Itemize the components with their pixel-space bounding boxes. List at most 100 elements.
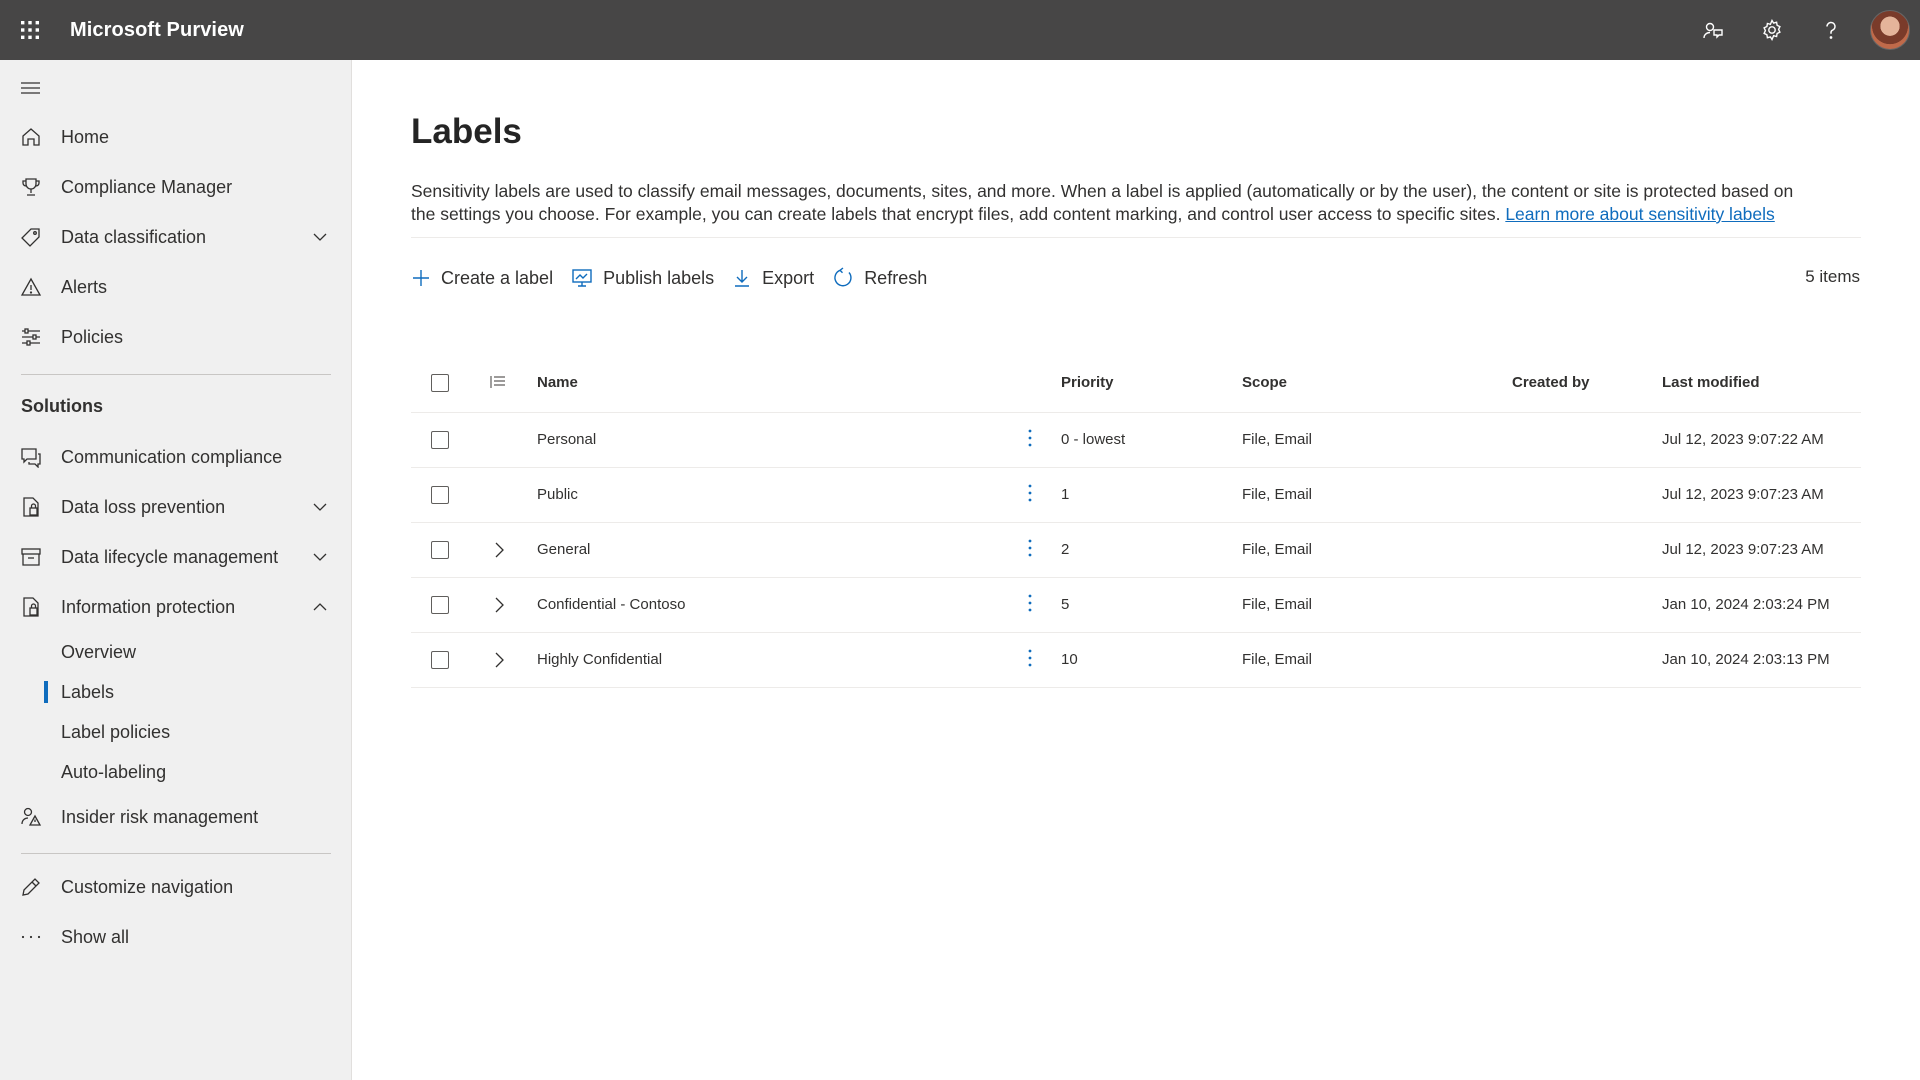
sidebar-item-data-loss-prevention[interactable]: Data loss prevention	[0, 485, 351, 529]
page-title: Labels	[411, 112, 522, 151]
create-label-button[interactable]: Create a label	[411, 268, 553, 289]
sidebar-subitem-auto-labeling[interactable]: Auto-labeling	[0, 754, 351, 790]
labels-table: Name Priority Scope Created by Last modi…	[411, 354, 1861, 688]
sidebar-item-data-classification[interactable]: Data classification	[0, 215, 351, 259]
sidebar-item-compliance-manager[interactable]: Compliance Manager	[0, 165, 351, 209]
app-launcher-icon[interactable]	[0, 0, 60, 60]
row-select-cell	[411, 522, 477, 577]
refresh-icon	[834, 267, 852, 287]
column-actions	[1027, 354, 1061, 412]
publish-icon	[572, 269, 592, 287]
chevron-right-icon[interactable]	[489, 595, 509, 615]
row-expander-cell	[477, 632, 537, 687]
sidebar-subitem-labels[interactable]: Labels	[0, 674, 351, 710]
command-bar: Create a label Publish labels Export Ref…	[411, 253, 945, 303]
gear-icon[interactable]	[1742, 0, 1801, 60]
more-actions-icon[interactable]	[1027, 593, 1033, 617]
sidebar-item-label: Alerts	[61, 276, 108, 297]
label-name[interactable]: General	[537, 522, 1027, 577]
select-all-checkbox[interactable]	[431, 373, 449, 392]
table-row[interactable]: General 2 File, Email Jul 12, 2023 9:07:23 …	[411, 522, 1861, 577]
select-all-cell	[411, 354, 477, 412]
hamburger-icon[interactable]	[20, 78, 42, 98]
sidebar-item-home[interactable]: Home	[0, 115, 351, 159]
chevron-right-icon[interactable]	[489, 650, 509, 670]
column-options-cell	[477, 354, 537, 412]
label-priority: 5	[1061, 596, 1070, 613]
row-checkbox[interactable]	[431, 485, 449, 504]
sidebar-item-insider-risk-management[interactable]: Insider risk management	[0, 795, 351, 839]
label-last-modified: Jan 10, 2024 2:03:24 PM	[1662, 596, 1830, 613]
more-actions-icon[interactable]	[1027, 648, 1033, 672]
sidebar-item-label: Compliance Manager	[61, 176, 233, 197]
label-last-modified: Jan 10, 2024 2:03:13 PM	[1662, 651, 1830, 668]
pencil-icon	[20, 876, 42, 898]
chevron-down-icon[interactable]	[312, 229, 328, 245]
sidebar-item-data-lifecycle-management[interactable]: Data lifecycle management	[0, 535, 351, 579]
publish-labels-button[interactable]: Publish labels	[571, 268, 714, 289]
table-row[interactable]: Highly Confidential 10 File, Email Jan 10, …	[411, 632, 1861, 687]
export-button[interactable]: Export	[732, 268, 814, 289]
table-row[interactable]: Confidential - Contoso 5 File, Email Jan 10…	[411, 577, 1861, 632]
label-priority: 10	[1061, 651, 1078, 668]
label-name[interactable]: Confidential - Contoso	[537, 577, 1027, 632]
selected-indicator	[44, 681, 48, 703]
column-scope[interactable]: Scope	[1242, 354, 1512, 412]
top-bar: Microsoft Purview	[0, 0, 1920, 60]
label-created-by	[1512, 522, 1662, 577]
label-last-modified: Jul 12, 2023 9:07:23 AM	[1662, 541, 1824, 558]
help-icon[interactable]	[1801, 0, 1860, 60]
community-icon[interactable]	[1683, 0, 1742, 60]
customize-navigation-button[interactable]: Customize navigation	[0, 865, 351, 909]
label-name[interactable]: Personal	[537, 412, 1027, 467]
learn-more-link[interactable]: Learn more about sensitivity labels	[1505, 204, 1774, 224]
publish-labels-text: Publish labels	[603, 267, 715, 288]
sidebar-item-label: Label policies	[61, 722, 171, 742]
row-actions-cell	[1027, 632, 1061, 687]
sidebar-item-label: Communication compliance	[61, 446, 283, 467]
label-created-by	[1512, 577, 1662, 632]
sidebar-item-information-protection[interactable]: Information protection	[0, 585, 351, 629]
row-select-cell	[411, 412, 477, 467]
sidebar-subitem-overview[interactable]: Overview	[0, 634, 351, 670]
refresh-button[interactable]: Refresh	[832, 267, 927, 289]
label-name[interactable]: Highly Confidential	[537, 632, 1027, 687]
column-priority[interactable]: Priority	[1061, 354, 1242, 412]
column-options-icon[interactable]	[489, 373, 509, 393]
column-last-modified[interactable]: Last modified	[1662, 354, 1861, 412]
row-select-cell	[411, 632, 477, 687]
chevron-down-icon[interactable]	[312, 499, 328, 515]
column-name[interactable]: Name	[537, 354, 1027, 412]
row-checkbox[interactable]	[431, 540, 449, 559]
chevron-down-icon[interactable]	[312, 549, 328, 565]
tag-icon	[20, 226, 42, 248]
label-scope: File, Email	[1242, 541, 1313, 558]
row-checkbox[interactable]	[431, 430, 449, 449]
row-checkbox[interactable]	[431, 650, 449, 669]
more-actions-icon[interactable]	[1027, 538, 1033, 562]
trophy-icon	[20, 176, 42, 198]
avatar[interactable]	[1870, 10, 1910, 50]
row-actions-cell	[1027, 577, 1061, 632]
label-name[interactable]: Public	[537, 467, 1027, 522]
chevron-right-icon[interactable]	[489, 540, 509, 560]
row-select-cell	[411, 577, 477, 632]
sidebar-item-alerts[interactable]: Alerts	[0, 265, 351, 309]
more-actions-icon[interactable]	[1027, 483, 1033, 507]
sidebar-item-communication-compliance[interactable]: Communication compliance	[0, 435, 351, 479]
more-actions-icon[interactable]	[1027, 428, 1033, 452]
sidebar-item-policies[interactable]: Policies	[0, 315, 351, 359]
lock-doc-icon	[20, 596, 42, 618]
table-row[interactable]: Personal 0 - lowest File, Email Jul 12, 202…	[411, 412, 1861, 467]
sidebar-item-label: Home	[61, 126, 110, 147]
column-created-by[interactable]: Created by	[1512, 354, 1662, 412]
table-row[interactable]: Public 1 File, Email Jul 12, 2023 9:07:23 A…	[411, 467, 1861, 522]
chevron-up-icon[interactable]	[312, 599, 328, 615]
page-description: Sensitivity labels are used to classify …	[411, 180, 1811, 226]
row-checkbox[interactable]	[431, 595, 449, 614]
sidebar-subitem-label-policies[interactable]: Label policies	[0, 714, 351, 750]
more-icon	[20, 926, 42, 948]
label-created-by	[1512, 632, 1662, 687]
app-title[interactable]: Microsoft Purview	[70, 19, 244, 42]
show-all-button[interactable]: Show all	[0, 915, 351, 959]
